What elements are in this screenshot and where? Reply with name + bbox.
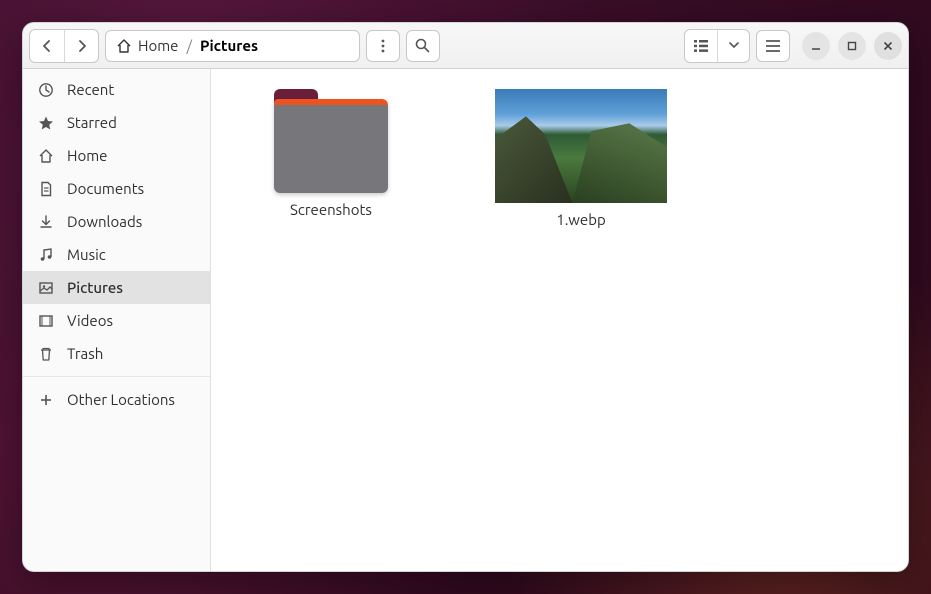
document-icon bbox=[37, 181, 55, 197]
sidebar-label: Pictures bbox=[67, 279, 123, 296]
image-item[interactable]: 1.webp bbox=[491, 89, 671, 228]
file-manager-window: Home / Pictures bbox=[22, 22, 909, 572]
nav-group bbox=[29, 29, 99, 63]
sidebar-item-trash[interactable]: Trash bbox=[23, 337, 210, 370]
clock-icon bbox=[37, 82, 55, 98]
sidebar-divider bbox=[23, 376, 210, 377]
forward-button[interactable] bbox=[64, 30, 98, 62]
plus-icon bbox=[37, 393, 55, 407]
view-mode-group bbox=[684, 29, 750, 63]
pictures-icon bbox=[37, 280, 55, 296]
sidebar-label: Downloads bbox=[67, 213, 142, 230]
search-icon bbox=[415, 38, 430, 53]
back-button[interactable] bbox=[30, 30, 64, 62]
chevron-left-icon bbox=[42, 40, 52, 52]
home-icon bbox=[37, 148, 55, 164]
search-button[interactable] bbox=[406, 30, 440, 62]
close-icon bbox=[883, 41, 893, 51]
maximize-button[interactable] bbox=[838, 32, 866, 60]
sidebar-label: Starred bbox=[67, 114, 117, 131]
music-icon bbox=[37, 247, 55, 263]
sidebar-item-documents[interactable]: Documents bbox=[23, 172, 210, 205]
content-area[interactable]: Screenshots 1.webp bbox=[211, 69, 908, 571]
maximize-icon bbox=[847, 41, 857, 51]
window-body: Recent Starred Home Documents Downloads … bbox=[23, 69, 908, 571]
sidebar-label: Other Locations bbox=[67, 391, 175, 408]
hamburger-menu-button[interactable] bbox=[756, 30, 790, 62]
list-icon bbox=[694, 40, 708, 52]
window-controls bbox=[802, 32, 902, 60]
list-view-button[interactable] bbox=[685, 30, 717, 62]
sidebar-item-home[interactable]: Home bbox=[23, 139, 210, 172]
sidebar-item-videos[interactable]: Videos bbox=[23, 304, 210, 337]
sidebar-label: Videos bbox=[67, 312, 113, 329]
item-label: 1.webp bbox=[556, 211, 606, 228]
sidebar: Recent Starred Home Documents Downloads … bbox=[23, 69, 211, 571]
home-icon bbox=[116, 38, 132, 54]
sidebar-item-recent[interactable]: Recent bbox=[23, 73, 210, 106]
path-menu-button[interactable] bbox=[366, 30, 400, 62]
folder-item[interactable]: Screenshots bbox=[241, 89, 421, 228]
item-label: Screenshots bbox=[290, 201, 372, 218]
sidebar-item-music[interactable]: Music bbox=[23, 238, 210, 271]
kebab-icon bbox=[381, 39, 385, 53]
folder-icon bbox=[274, 89, 388, 193]
sidebar-item-starred[interactable]: Starred bbox=[23, 106, 210, 139]
sidebar-item-downloads[interactable]: Downloads bbox=[23, 205, 210, 238]
path-current[interactable]: Pictures bbox=[200, 37, 258, 54]
download-icon bbox=[37, 214, 55, 230]
chevron-right-icon bbox=[77, 40, 87, 52]
sidebar-item-other-locations[interactable]: Other Locations bbox=[23, 383, 210, 416]
minimize-button[interactable] bbox=[802, 32, 830, 60]
chevron-down-icon bbox=[729, 42, 739, 49]
path-home[interactable]: Home bbox=[116, 37, 178, 54]
hamburger-icon bbox=[766, 40, 780, 52]
path-home-label: Home bbox=[138, 37, 178, 54]
trash-icon bbox=[37, 346, 55, 362]
sidebar-item-pictures[interactable]: Pictures bbox=[23, 271, 210, 304]
close-button[interactable] bbox=[874, 32, 902, 60]
path-separator: / bbox=[186, 37, 192, 54]
video-icon bbox=[37, 313, 55, 329]
sidebar-label: Music bbox=[67, 246, 106, 263]
minimize-icon bbox=[811, 41, 821, 51]
path-current-label: Pictures bbox=[200, 37, 258, 54]
sidebar-label: Trash bbox=[67, 345, 103, 362]
sidebar-label: Documents bbox=[67, 180, 144, 197]
pathbar[interactable]: Home / Pictures bbox=[105, 30, 360, 62]
titlebar: Home / Pictures bbox=[23, 23, 908, 69]
view-options-button[interactable] bbox=[717, 30, 749, 62]
sidebar-label: Recent bbox=[67, 81, 114, 98]
sidebar-label: Home bbox=[67, 147, 107, 164]
star-icon bbox=[37, 115, 55, 131]
image-thumbnail bbox=[495, 89, 667, 203]
